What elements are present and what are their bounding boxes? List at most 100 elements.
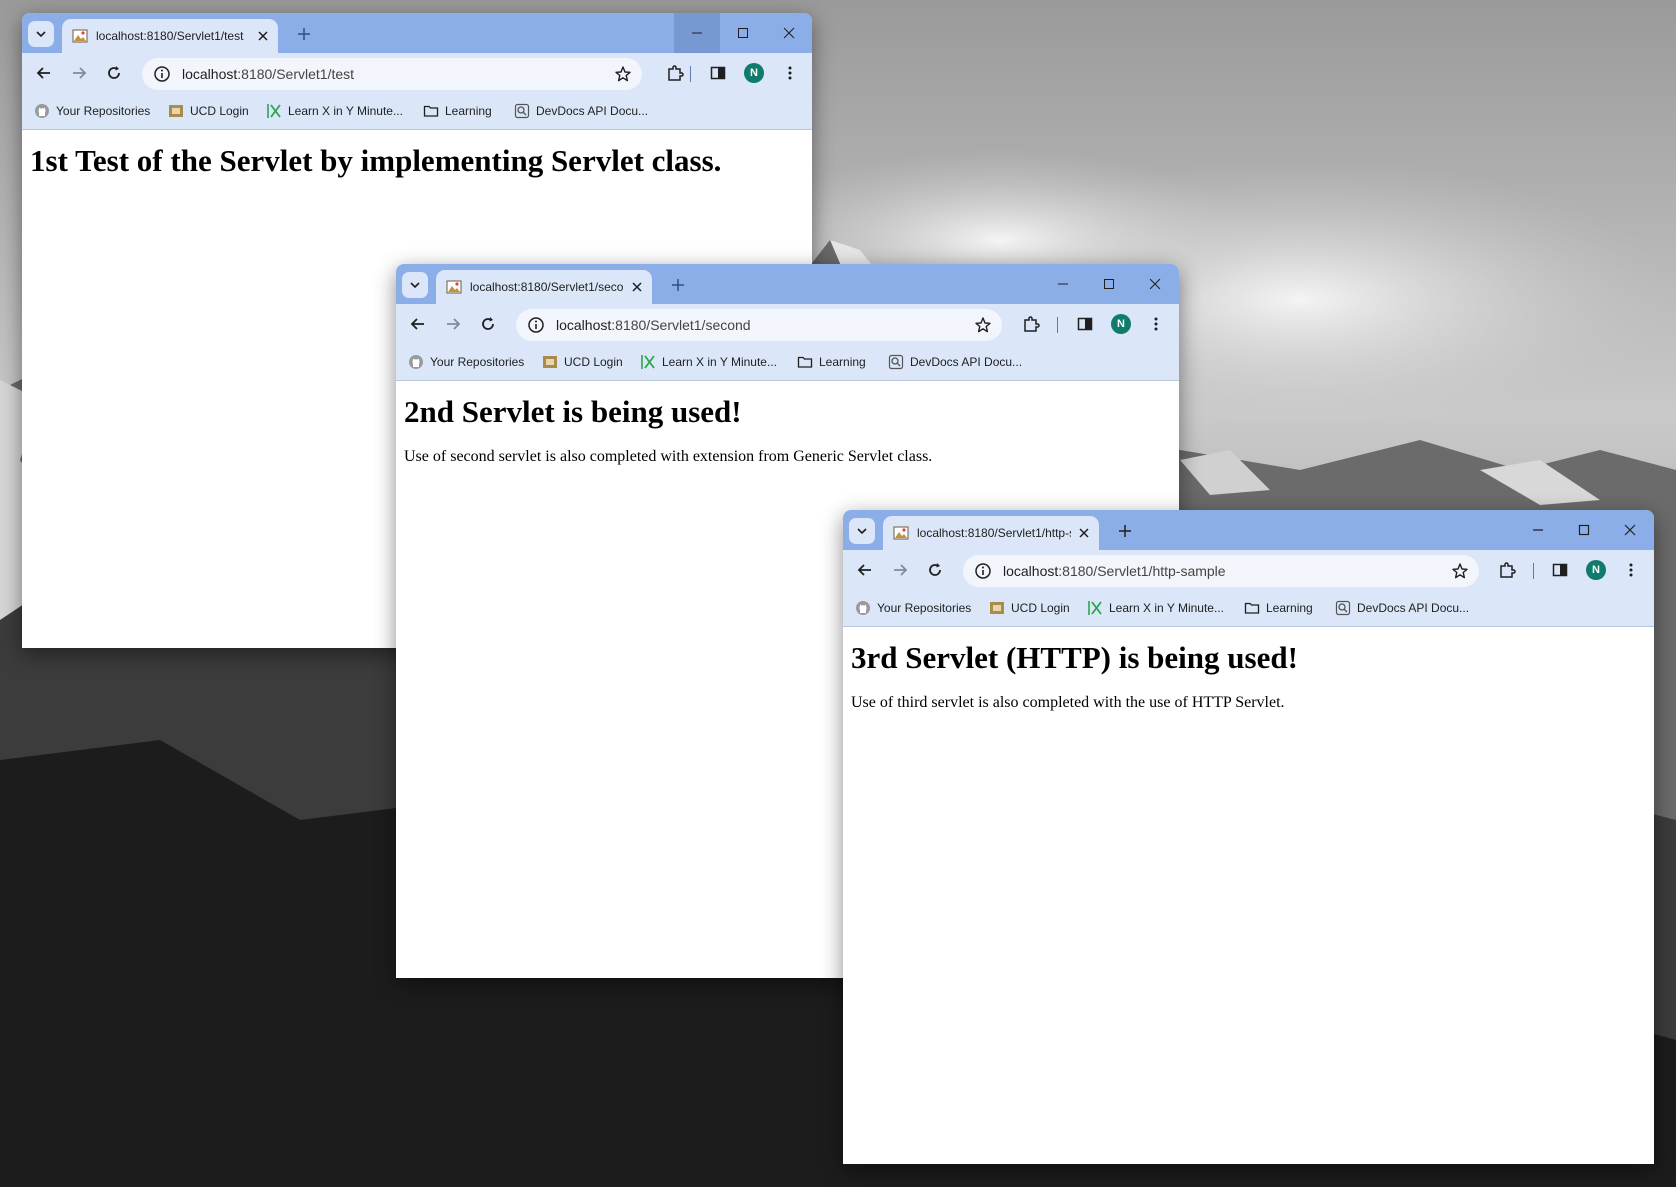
plus-icon: [672, 279, 684, 291]
bookmark-devdocs[interactable]: DevDocs API Docu...: [514, 102, 648, 120]
close-window-button[interactable]: [1607, 510, 1653, 550]
side-panel-button[interactable]: [706, 61, 730, 85]
reload-icon: [482, 317, 494, 330]
close-window-button[interactable]: [766, 13, 812, 53]
url-text[interactable]: localhost:8180/Servlet1/http-sample: [1003, 563, 1451, 579]
chevron-down-icon: [410, 282, 420, 289]
profile-avatar[interactable]: N: [1111, 314, 1131, 334]
tab-active[interactable]: localhost:8180/Servlet1/http-sa: [883, 516, 1099, 550]
reload-button[interactable]: [923, 558, 947, 582]
bookmark-learn-x[interactable]: Learn X in Y Minute...: [266, 102, 403, 120]
learnx-icon: [1088, 601, 1102, 615]
page-favicon-icon: [446, 280, 462, 294]
back-button[interactable]: [853, 558, 877, 582]
close-tab-icon[interactable]: [256, 29, 270, 43]
bookmark-your-repositories[interactable]: Your Repositories: [408, 353, 524, 371]
page-favicon-icon: [72, 29, 88, 43]
site-info-icon[interactable]: [526, 315, 546, 335]
chevron-down-icon: [36, 31, 46, 38]
bookmark-learn-x[interactable]: Learn X in Y Minute...: [1087, 599, 1224, 617]
ucd-icon: [543, 356, 557, 368]
site-info-icon[interactable]: [152, 64, 172, 84]
folder-icon: [1244, 602, 1260, 614]
bookmark-ucd-login[interactable]: UCD Login: [989, 599, 1070, 617]
maximize-icon: [1104, 279, 1114, 289]
site-info-icon[interactable]: [973, 561, 993, 581]
tab-search-button[interactable]: [402, 272, 428, 298]
forward-button[interactable]: [441, 312, 465, 336]
menu-button[interactable]: [1144, 312, 1168, 336]
bookmark-learn-x[interactable]: Learn X in Y Minute...: [640, 353, 777, 371]
more-vert-icon: [1154, 317, 1158, 331]
tab-search-button[interactable]: [28, 21, 54, 47]
bookmark-star-icon[interactable]: [974, 316, 992, 334]
close-tab-icon[interactable]: [1077, 526, 1091, 540]
maximize-button[interactable]: [720, 13, 766, 53]
bookmark-ucd-login[interactable]: UCD Login: [542, 353, 623, 371]
bookmark-learning-folder[interactable]: Learning: [423, 102, 492, 120]
page-heading: 2nd Servlet is being used!: [404, 394, 742, 429]
close-icon: [783, 27, 795, 39]
minimize-button[interactable]: [1040, 264, 1086, 304]
learnx-icon: [267, 104, 281, 118]
minimize-button[interactable]: [1515, 510, 1561, 550]
back-arrow-icon: [857, 564, 871, 576]
github-icon: [856, 601, 870, 615]
bookmark-devdocs[interactable]: DevDocs API Docu...: [1335, 599, 1469, 617]
minimize-icon: [692, 32, 702, 34]
profile-avatar[interactable]: N: [744, 63, 764, 83]
tab-active[interactable]: localhost:8180/Servlet1/test: [62, 19, 278, 53]
ucd-icon: [169, 105, 183, 117]
bookmark-devdocs[interactable]: DevDocs API Docu...: [888, 353, 1022, 371]
devdocs-icon: [514, 103, 530, 119]
minimize-button[interactable]: [674, 13, 720, 53]
bookmark-ucd-login[interactable]: UCD Login: [168, 102, 249, 120]
bookmarks-bar: Your Repositories UCD Login Learn X in Y…: [22, 93, 812, 130]
close-tab-icon[interactable]: [630, 280, 644, 294]
new-tab-button[interactable]: [294, 24, 314, 44]
close-icon: [1149, 278, 1161, 290]
url-text[interactable]: localhost:8180/Servlet1/second: [556, 317, 974, 333]
tab-search-button[interactable]: [849, 518, 875, 544]
close-window-button[interactable]: [1132, 264, 1178, 304]
tab-active[interactable]: localhost:8180/Servlet1/second: [436, 270, 652, 304]
extensions-button[interactable]: [663, 61, 687, 85]
profile-avatar[interactable]: N: [1586, 560, 1606, 580]
back-arrow-icon: [410, 318, 424, 330]
reload-button[interactable]: [476, 312, 500, 336]
bookmark-star-icon[interactable]: [614, 65, 632, 83]
menu-button[interactable]: [778, 61, 802, 85]
page-favicon-icon: [893, 526, 909, 540]
url-text[interactable]: localhost:8180/Servlet1/test: [182, 66, 614, 82]
back-button[interactable]: [406, 312, 430, 336]
bookmark-learning-folder[interactable]: Learning: [1244, 599, 1313, 617]
address-bar[interactable]: localhost:8180/Servlet1/test: [142, 58, 642, 90]
page-heading: 1st Test of the Servlet by implementing …: [30, 143, 722, 178]
extensions-button[interactable]: [1019, 312, 1043, 336]
bookmark-your-repositories[interactable]: Your Repositories: [34, 102, 150, 120]
new-tab-button[interactable]: [668, 275, 688, 295]
title-bar: localhost:8180/Servlet1/test: [22, 13, 812, 53]
maximize-button[interactable]: [1561, 510, 1607, 550]
github-icon: [35, 104, 49, 118]
title-bar: localhost:8180/Servlet1/http-sa: [843, 510, 1654, 550]
back-button[interactable]: [32, 61, 56, 85]
side-panel-button[interactable]: [1073, 312, 1097, 336]
extensions-button[interactable]: [1495, 558, 1519, 582]
minimize-icon: [1058, 283, 1068, 285]
more-vert-icon: [788, 66, 792, 80]
menu-button[interactable]: [1619, 558, 1643, 582]
address-bar[interactable]: localhost:8180/Servlet1/http-sample: [963, 555, 1479, 587]
learnx-icon: [641, 355, 655, 369]
close-icon: [1624, 524, 1636, 536]
bookmark-learning-folder[interactable]: Learning: [797, 353, 866, 371]
reload-button[interactable]: [102, 61, 126, 85]
bookmark-star-icon[interactable]: [1451, 562, 1469, 580]
bookmark-your-repositories[interactable]: Your Repositories: [855, 599, 971, 617]
forward-button[interactable]: [67, 61, 91, 85]
maximize-button[interactable]: [1086, 264, 1132, 304]
forward-button[interactable]: [888, 558, 912, 582]
new-tab-button[interactable]: [1115, 521, 1135, 541]
side-panel-button[interactable]: [1548, 558, 1572, 582]
address-bar[interactable]: localhost:8180/Servlet1/second: [516, 309, 1002, 341]
